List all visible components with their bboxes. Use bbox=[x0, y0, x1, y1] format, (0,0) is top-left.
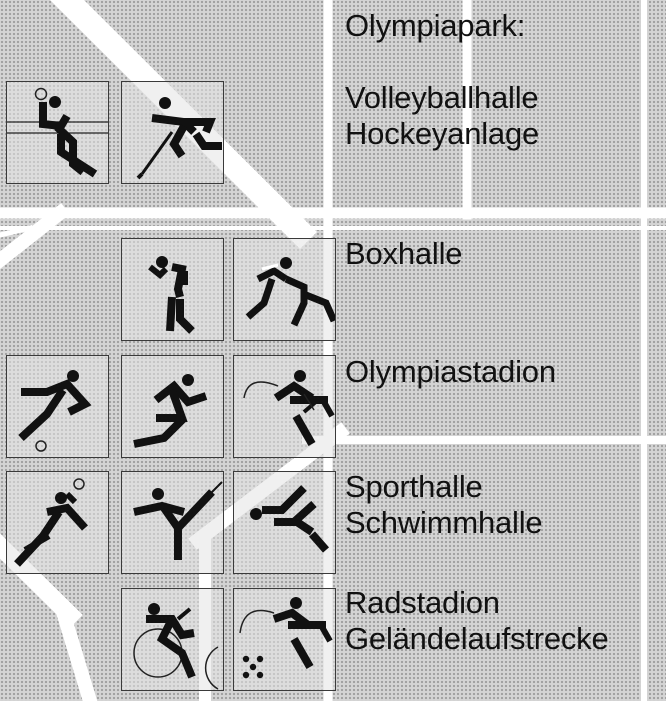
athletics-running-pictogram bbox=[121, 355, 224, 458]
page-title: Olympiapark: bbox=[345, 8, 526, 43]
wrestling-pictogram bbox=[233, 238, 336, 341]
equestrian-pictogram bbox=[233, 355, 336, 458]
label-hockeyanlage: Hockeyanlage bbox=[345, 116, 540, 151]
label-boxhalle: Boxhalle bbox=[345, 236, 463, 271]
label-radstadion: Radstadion bbox=[345, 585, 500, 620]
boxing-pictogram bbox=[121, 238, 224, 341]
modern-pentathlon-pictogram bbox=[233, 588, 336, 691]
label-sporthalle: Sporthalle bbox=[345, 469, 483, 504]
swimming-pictogram bbox=[233, 471, 336, 574]
olympiapark-poster: Olympiapark: Volleyballhalle Hockeyanlag… bbox=[0, 0, 666, 701]
label-olympiastadion: Olympiastadion bbox=[345, 354, 556, 389]
label-volleyballhalle: Volleyballhalle bbox=[345, 80, 539, 115]
volleyball-pictogram bbox=[6, 81, 109, 184]
cycling-pictogram bbox=[121, 588, 224, 691]
handball-pictogram bbox=[6, 471, 109, 574]
football-pictogram bbox=[6, 355, 109, 458]
hockey-pictogram bbox=[121, 81, 224, 184]
gymnastics-pictogram bbox=[121, 471, 224, 574]
label-schwimmhalle: Schwimmhalle bbox=[345, 505, 543, 540]
label-gelaendelaufstrecke: Geländelaufstrecke bbox=[345, 621, 609, 656]
